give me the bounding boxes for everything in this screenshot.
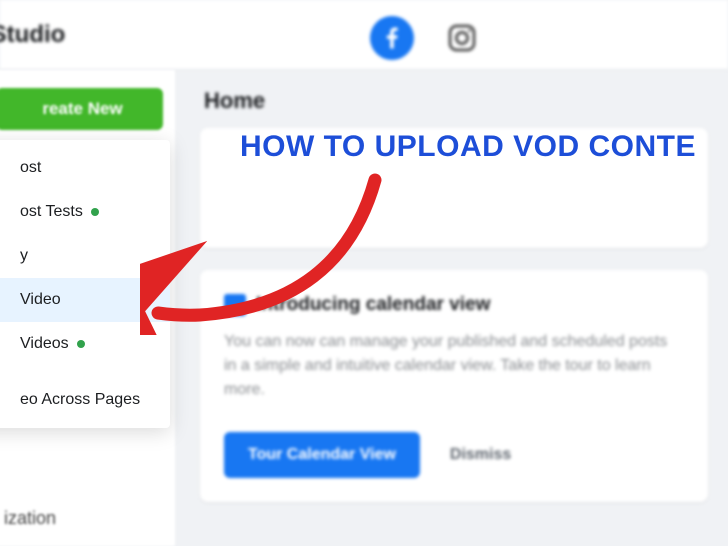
calendar-card-body: You can now can manage your published an… [224,330,684,402]
facebook-icon[interactable] [370,16,414,60]
dismiss-button[interactable]: Dismiss [450,446,511,464]
new-feature-dot [77,340,85,348]
calendar-intro-card: Introducing calendar view You can now ca… [200,270,708,502]
dropdown-item-story[interactable]: y [0,234,170,278]
checkbox-icon [224,294,246,316]
dropdown-item-post-tests[interactable]: ost Tests [0,190,170,234]
tour-calendar-button[interactable]: Tour Calendar View [224,432,420,478]
new-feature-dot [91,208,99,216]
sidebar-item-monetization[interactable]: ization [4,508,175,529]
dropdown-item-upload-video[interactable]: Video [0,278,170,322]
app-title: or Studio [0,21,65,49]
platform-tabs [370,16,482,60]
dropdown-item-multiple-videos[interactable]: Videos [0,322,170,366]
create-new-button[interactable]: reate New [0,88,163,130]
instagram-icon[interactable] [442,18,482,58]
dropdown-item-post[interactable]: ost [0,146,170,190]
create-new-dropdown: ost ost Tests y Video Videos eo Across P… [0,140,170,428]
page-title: Home [204,88,708,114]
annotation-title: HOW TO UPLOAD VOD CONTE [240,130,696,164]
dropdown-item-video-across-pages[interactable]: eo Across Pages [0,378,170,422]
calendar-card-title: Introducing calendar view [256,294,490,316]
header: or Studio [0,0,728,70]
